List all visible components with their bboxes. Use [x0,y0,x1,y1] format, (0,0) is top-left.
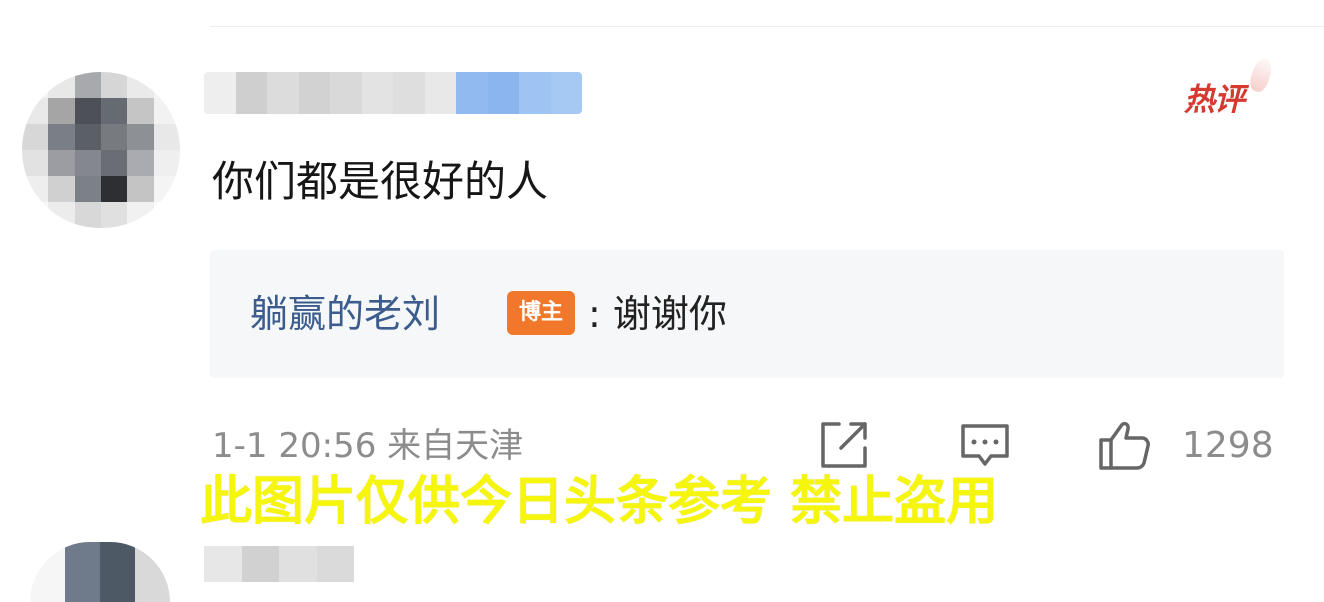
watermark-text: 此图片仅供今日头条参考 禁止盗用 [200,472,999,532]
reply-button[interactable] [955,414,1015,474]
like-count: 1298 [1182,425,1274,466]
username-blurred[interactable] [204,72,582,114]
like-button[interactable] [1093,414,1153,474]
next-comment-username-blurred[interactable] [204,546,354,582]
reply-preview-box[interactable]: 躺赢的老刘 博主 : 谢谢你 [210,250,1284,378]
blogger-badge: 博主 [507,291,575,335]
hot-comment-badge: 热评 [1184,74,1276,126]
thumbs-up-icon [1099,421,1150,470]
share-button[interactable] [815,414,875,474]
reply-text: : 谢谢你 [588,286,727,342]
reply-author-name[interactable]: 躺赢的老刘 [250,286,440,342]
top-divider [210,26,1324,27]
share-icon [821,422,867,468]
avatar-mosaic [22,72,180,228]
user-avatar[interactable] [22,72,180,228]
reply-message: 谢谢你 [612,292,727,336]
comment-text: 你们都是很好的人 [212,157,549,206]
comment-page: 热评 你们都是很好的人 躺赢的老刘 博主 : 谢谢你 1-1 20:56 来自天… [0,0,1324,602]
reply-separator: : [588,292,601,336]
next-comment-avatar[interactable] [30,542,170,602]
reply-icon [961,424,1009,466]
